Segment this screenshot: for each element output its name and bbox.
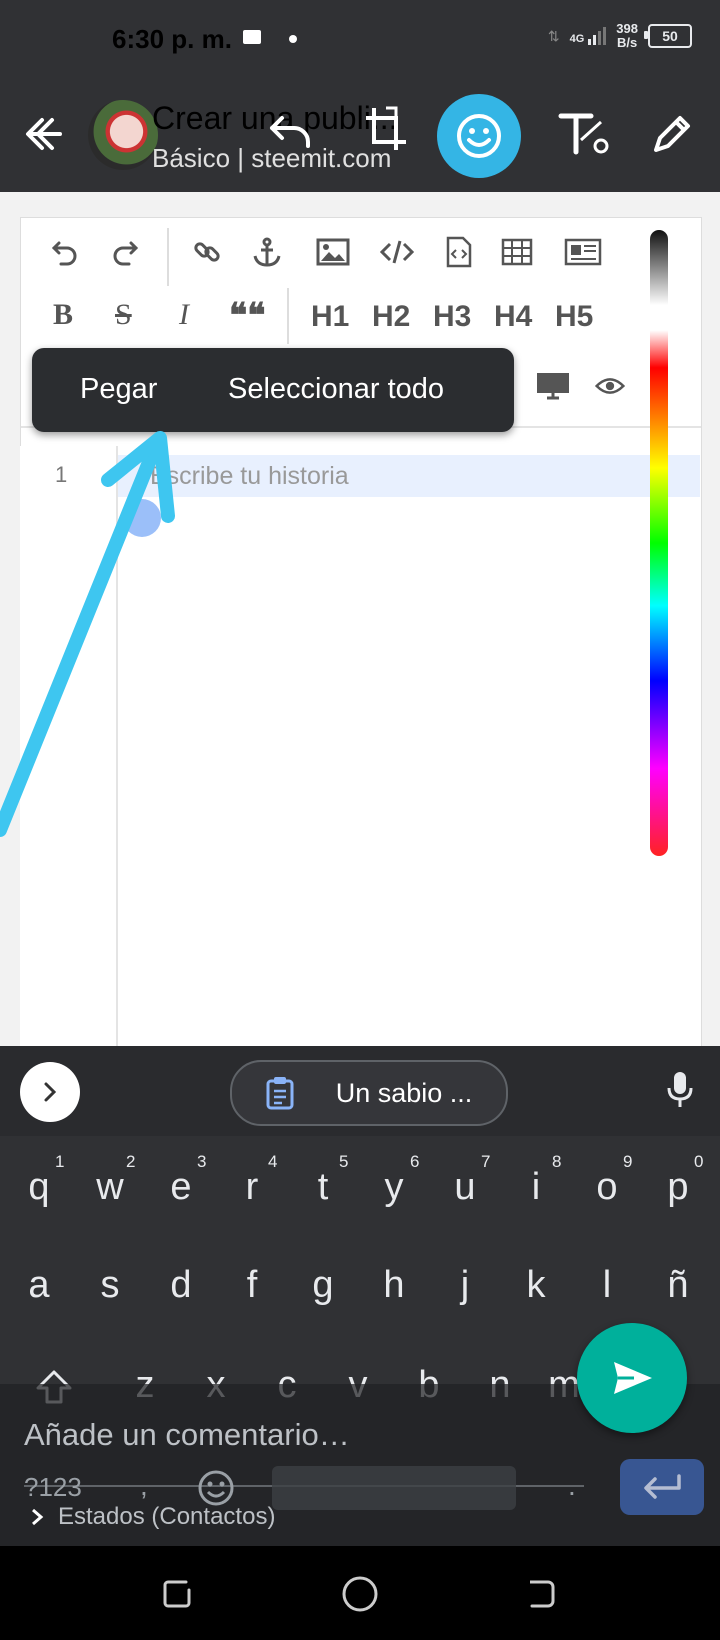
- code-icon[interactable]: [377, 232, 417, 272]
- symbols-key[interactable]: ?123: [24, 1472, 82, 1503]
- heading-4-button[interactable]: H4: [494, 300, 532, 334]
- net-speed: 398 B/s: [616, 21, 638, 50]
- space-key[interactable]: [272, 1466, 516, 1510]
- notification-dot-icon: [289, 35, 297, 43]
- status-time: 6:30 p. m.: [112, 24, 232, 54]
- key-a[interactable]: a: [9, 1264, 69, 1307]
- comma-key[interactable]: ,: [140, 1470, 148, 1502]
- signal-icon: 4G: [570, 27, 607, 45]
- key-i[interactable]: i: [506, 1166, 566, 1209]
- key-hint-7: 7: [481, 1152, 491, 1171]
- undo-icon[interactable]: [268, 110, 312, 154]
- paste-menu-item[interactable]: Pegar: [80, 373, 157, 406]
- battery-level: 50: [662, 28, 678, 44]
- emoji-button[interactable]: [437, 94, 521, 178]
- data-transfer-icon: ⇅: [547, 27, 560, 44]
- send-icon: [614, 1362, 652, 1394]
- key-l[interactable]: l: [577, 1264, 637, 1307]
- key-hint-3: 3: [197, 1152, 207, 1171]
- key-enye[interactable]: ñ: [648, 1264, 708, 1307]
- mic-icon[interactable]: [665, 1070, 695, 1115]
- link-icon[interactable]: [187, 232, 227, 272]
- network-type: 4G: [569, 33, 585, 45]
- key-g[interactable]: g: [293, 1264, 353, 1307]
- heading-5-button[interactable]: H5: [555, 300, 593, 334]
- chevron-right-icon: [44, 1082, 57, 1102]
- toolbar-divider: [167, 228, 169, 286]
- period-key[interactable]: .: [568, 1470, 576, 1502]
- back-icon[interactable]: [522, 1576, 558, 1617]
- heading-2-button[interactable]: H2: [372, 300, 410, 334]
- key-k[interactable]: k: [506, 1264, 566, 1307]
- status-indicators: ⇅ 4G 398 B/s 50: [548, 22, 692, 50]
- key-q[interactable]: q: [9, 1166, 69, 1209]
- key-r[interactable]: r: [222, 1166, 282, 1209]
- clipboard-suggestion-chip[interactable]: Un sabio ...: [230, 1060, 508, 1126]
- home-icon[interactable]: [340, 1574, 380, 1619]
- key-hint-1: 1: [55, 1152, 65, 1171]
- table-icon[interactable]: [497, 232, 537, 272]
- avatar[interactable]: [88, 100, 158, 170]
- text-tool-icon[interactable]: [557, 110, 609, 155]
- anchor-icon[interactable]: [247, 232, 287, 272]
- status-audience-label: Estados (Contactos): [58, 1503, 276, 1530]
- key-hint-8: 8: [552, 1152, 562, 1171]
- send-button[interactable]: [577, 1323, 687, 1433]
- italic-button[interactable]: I: [179, 298, 189, 332]
- heading-1-button[interactable]: H1: [311, 300, 349, 334]
- key-w[interactable]: w: [80, 1166, 140, 1209]
- back-arrow-icon[interactable]: [22, 112, 66, 156]
- key-hint-4: 4: [268, 1152, 278, 1171]
- key-d[interactable]: d: [151, 1264, 211, 1307]
- toolbar-divider: [287, 288, 289, 344]
- key-p[interactable]: p: [648, 1166, 708, 1209]
- strike-button[interactable]: S: [115, 298, 132, 332]
- key-u[interactable]: u: [435, 1166, 495, 1209]
- recents-icon[interactable]: [160, 1576, 196, 1617]
- chevron-right-icon: [32, 1508, 44, 1526]
- key-hint-6: 6: [410, 1152, 420, 1171]
- key-h[interactable]: h: [364, 1264, 424, 1307]
- message-notification-icon: [243, 30, 261, 44]
- key-hint-2: 2: [126, 1152, 136, 1171]
- clipboard-suggestion-text: Un sabio ...: [335, 1077, 473, 1108]
- color-picker-slider[interactable]: [650, 230, 668, 856]
- drawn-arrow-annotation: [0, 431, 175, 837]
- key-y[interactable]: y: [364, 1166, 424, 1209]
- emoji-icon: [457, 114, 501, 158]
- key-f[interactable]: f: [222, 1264, 282, 1307]
- clipboard-icon: [266, 1077, 294, 1110]
- keyboard-menu-button[interactable]: [20, 1062, 80, 1122]
- key-hint-0: 0: [694, 1152, 704, 1171]
- preview-desktop-icon[interactable]: [531, 366, 575, 406]
- select-all-menu-item[interactable]: Seleccionar todo: [228, 373, 444, 406]
- key-hint-9: 9: [623, 1152, 633, 1171]
- enter-key[interactable]: [620, 1459, 704, 1515]
- image-icon[interactable]: [313, 232, 353, 272]
- heading-3-button[interactable]: H3: [433, 300, 471, 334]
- code-file-icon[interactable]: [439, 232, 479, 272]
- quote-button[interactable]: ❝❝: [229, 296, 266, 336]
- status-audience-selector[interactable]: Estados (Contactos): [30, 1503, 275, 1531]
- key-e[interactable]: e: [151, 1166, 211, 1209]
- embed-icon[interactable]: [561, 232, 605, 272]
- comment-input[interactable]: Añade un comentario…: [24, 1417, 350, 1453]
- key-o[interactable]: o: [577, 1166, 637, 1209]
- bold-button[interactable]: B: [53, 298, 73, 332]
- key-j[interactable]: j: [435, 1264, 495, 1307]
- enter-icon: [644, 1474, 681, 1499]
- key-hint-5: 5: [339, 1152, 349, 1171]
- preview-eye-icon[interactable]: [595, 366, 625, 406]
- undo-icon[interactable]: [45, 232, 85, 272]
- emoji-icon: [198, 1470, 234, 1506]
- pencil-icon[interactable]: [650, 112, 694, 156]
- key-s[interactable]: s: [80, 1264, 140, 1307]
- redo-icon[interactable]: [105, 232, 145, 272]
- crop-rotate-icon[interactable]: [362, 104, 406, 150]
- battery-icon: 50: [644, 24, 692, 48]
- key-t[interactable]: t: [293, 1166, 353, 1209]
